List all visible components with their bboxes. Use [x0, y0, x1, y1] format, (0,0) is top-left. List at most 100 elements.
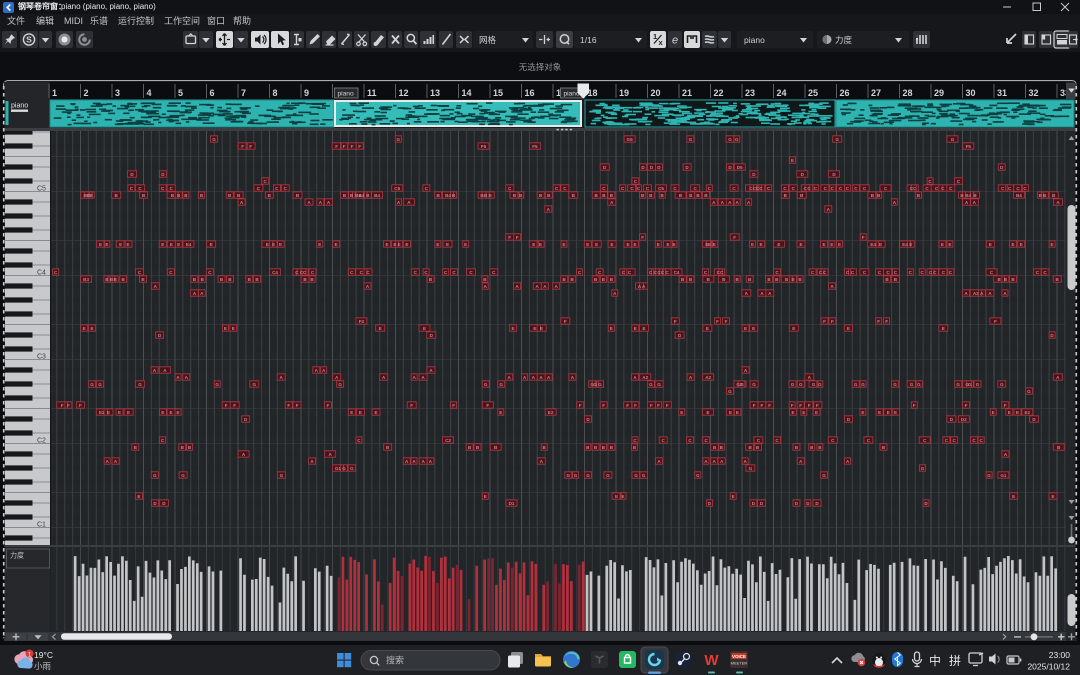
svg-text:E: E: [942, 326, 945, 331]
svg-text:G1: G1: [1000, 473, 1007, 478]
svg-text:G: G: [338, 382, 342, 387]
svg-text:E: E: [137, 494, 140, 499]
svg-text:力度: 力度: [835, 35, 853, 45]
svg-text:F: F: [808, 403, 811, 408]
svg-text:28: 28: [903, 88, 913, 98]
svg-text:G: G: [861, 382, 865, 387]
svg-text:piano: piano: [744, 35, 765, 45]
svg-text:E: E: [1008, 410, 1011, 415]
svg-text:E: E: [385, 242, 388, 247]
svg-text:F: F: [1004, 403, 1007, 408]
svg-text:F: F: [823, 319, 826, 324]
svg-text:E: E: [887, 410, 890, 415]
svg-text:F: F: [410, 403, 413, 408]
svg-text:G: G: [689, 137, 693, 142]
svg-text:G: G: [951, 137, 955, 142]
svg-text:F: F: [816, 403, 819, 408]
svg-text:B4: B4: [374, 193, 380, 198]
svg-text:E: E: [822, 242, 825, 247]
svg-text:2: 2: [84, 88, 89, 98]
svg-text:F: F: [296, 403, 299, 408]
svg-text:F: F: [626, 403, 629, 408]
svg-text:G: G: [253, 382, 257, 387]
svg-text:E: E: [847, 326, 850, 331]
svg-text:E: E: [540, 326, 543, 331]
svg-text:E: E: [83, 326, 86, 331]
svg-text:E: E: [1051, 242, 1054, 247]
svg-text:E: E: [760, 242, 763, 247]
svg-text:F: F: [351, 144, 354, 149]
svg-text:23:00: 23:00: [1049, 650, 1071, 660]
svg-text:G: G: [835, 137, 839, 142]
svg-text:B4: B4: [1016, 193, 1022, 198]
svg-text:E4: E4: [870, 242, 876, 247]
svg-text:C4: C4: [272, 270, 278, 275]
svg-text:F: F: [579, 403, 582, 408]
svg-text:中: 中: [929, 653, 941, 668]
svg-text:F: F: [233, 403, 236, 408]
svg-text:G: G: [397, 137, 401, 142]
svg-text:E: E: [107, 410, 110, 415]
svg-text:E: E: [91, 326, 94, 331]
svg-text:E: E: [799, 242, 802, 247]
svg-text:G: G: [1027, 389, 1031, 394]
svg-text:F: F: [335, 144, 338, 149]
svg-text:F: F: [225, 403, 228, 408]
svg-text:26: 26: [840, 88, 850, 98]
svg-text:F: F: [602, 403, 605, 408]
svg-text:F: F: [877, 319, 880, 324]
svg-text:E: E: [642, 326, 645, 331]
svg-text:F: F: [753, 403, 756, 408]
svg-text:网格: 网格: [479, 35, 497, 45]
svg-text:E: E: [118, 410, 121, 415]
svg-text:F: F: [326, 403, 329, 408]
svg-text:E: E: [729, 410, 732, 415]
svg-text:E: E: [398, 242, 401, 247]
svg-text:E: E: [279, 242, 282, 247]
svg-text:F5: F5: [532, 144, 538, 149]
svg-text:piano: piano: [11, 103, 28, 110]
svg-text:E: E: [446, 242, 449, 247]
svg-text:E: E: [374, 410, 377, 415]
svg-text:E: E: [318, 242, 321, 247]
svg-text:E: E: [732, 494, 735, 499]
svg-text:D2: D2: [961, 417, 967, 422]
svg-text:E: E: [894, 410, 897, 415]
svg-text:F: F: [666, 403, 669, 408]
svg-text:E: E: [751, 242, 754, 247]
svg-text:G: G: [791, 382, 795, 387]
svg-text:30: 30: [966, 88, 976, 98]
svg-text:4: 4: [147, 88, 152, 98]
svg-text:E: E: [802, 410, 805, 415]
svg-text:F: F: [965, 403, 968, 408]
svg-text:G: G: [212, 137, 216, 142]
svg-text:3: 3: [115, 88, 120, 98]
svg-text:E: E: [126, 242, 129, 247]
svg-text:G: G: [728, 137, 732, 142]
svg-text:F5: F5: [481, 144, 487, 149]
svg-text:F: F: [67, 403, 70, 408]
svg-text:E: E: [680, 410, 683, 415]
svg-text:F: F: [716, 319, 719, 324]
svg-text:E4: E4: [186, 242, 192, 247]
svg-text:8: 8: [273, 88, 278, 98]
svg-text:F5: F5: [966, 144, 972, 149]
svg-text:C5: C5: [658, 186, 664, 191]
svg-text:B3: B3: [83, 277, 89, 282]
svg-text:e: e: [672, 35, 678, 47]
svg-text:E: E: [224, 326, 227, 331]
svg-text:B4: B4: [965, 193, 971, 198]
svg-text:A2: A2: [705, 375, 711, 380]
svg-text:E: E: [815, 410, 818, 415]
svg-text:E: E: [706, 326, 709, 331]
svg-text:E: E: [657, 242, 660, 247]
svg-text:E: E: [595, 242, 598, 247]
svg-text:D5: D5: [737, 165, 743, 170]
svg-text:E: E: [393, 242, 396, 247]
svg-text:G5: G5: [627, 137, 634, 142]
svg-text:G: G: [499, 382, 503, 387]
svg-text:31: 31: [997, 88, 1007, 98]
svg-text:G: G: [606, 473, 610, 478]
svg-text:E: E: [127, 410, 130, 415]
svg-text:E: E: [161, 410, 164, 415]
